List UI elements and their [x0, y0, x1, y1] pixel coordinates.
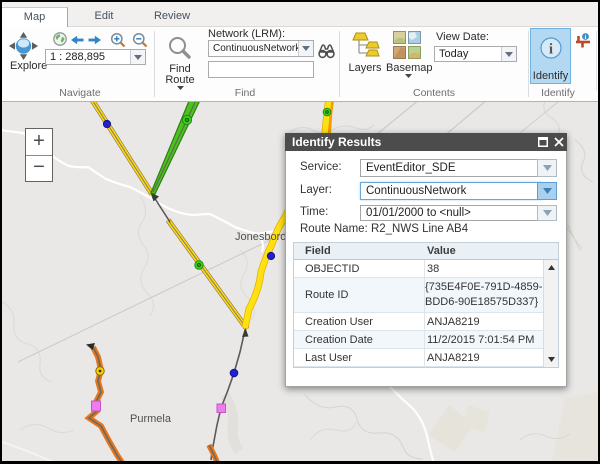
- svg-text:i: i: [549, 42, 553, 58]
- svg-text:i: i: [585, 34, 587, 41]
